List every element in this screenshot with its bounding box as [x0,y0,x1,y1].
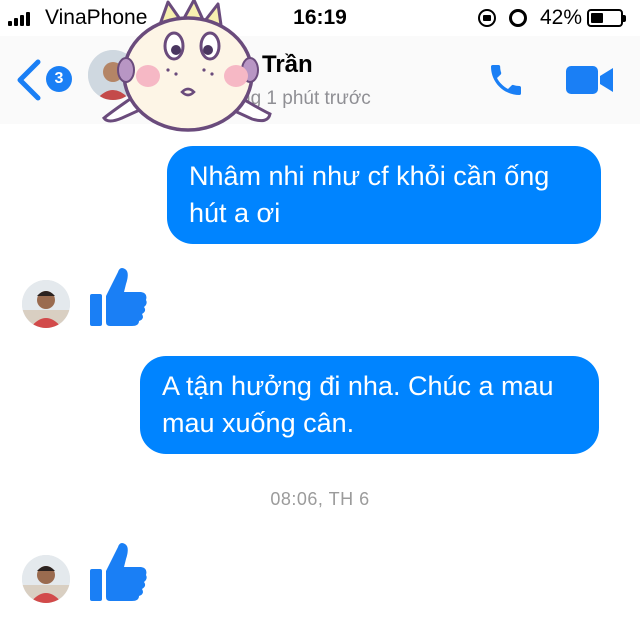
thumbs-up-icon [90,268,147,326]
thumbs-up-icon [90,543,147,601]
thumbs-up-like[interactable] [90,266,148,328]
alarm-icon [509,9,527,27]
sender-avatar[interactable] [22,555,70,603]
video-call-button[interactable] [566,64,614,96]
princess-sticker-icon [101,0,272,132]
rotation-lock-icon [478,9,496,27]
back-chevron-icon [17,59,41,101]
call-button[interactable] [486,60,526,100]
battery-icon [587,9,626,27]
outgoing-message-bubble[interactable]: A tận hưởng đi nha. Chúc a mau mau xuống… [140,356,599,454]
video-camera-icon [566,66,613,94]
phone-icon [491,65,521,95]
unread-badge: 3 [46,66,72,92]
sender-avatar[interactable] [22,280,70,328]
battery-percent: 42% [540,6,583,29]
back-button[interactable]: 3 [14,58,74,102]
sticker-overlay [96,0,276,132]
avatar-photo [22,280,70,328]
outgoing-message-bubble[interactable]: Nhâm nhi như cf khỏi cần ống hút a ơi [167,146,601,244]
conversation-timestamp: 08:06, TH 6 [270,489,370,509]
battery-level-fill [591,13,603,23]
thumbs-up-like[interactable] [90,541,148,603]
avatar-photo [22,555,70,603]
